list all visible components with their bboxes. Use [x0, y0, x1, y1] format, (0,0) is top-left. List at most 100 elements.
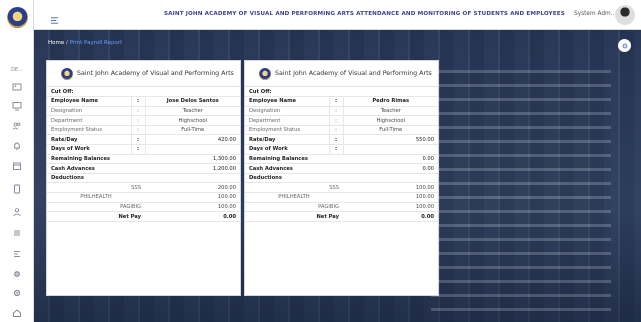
table-row: Department : Highschool — [47, 115, 240, 126]
cut-off-label: Cut Off: — [47, 87, 240, 98]
school-logo-icon[interactable] — [7, 7, 28, 28]
system-title: SAINT JOHN ACADEMY OF VISUAL AND PERFORM… — [164, 11, 565, 17]
table-row: PHILHEALTH 100.00 — [245, 192, 438, 203]
table-row: SSS 100.00 — [245, 182, 438, 194]
rate-value: 550.00 — [343, 134, 438, 146]
payslip-card: Saint John Academy of Visual and Perform… — [46, 60, 241, 296]
avatar[interactable] — [615, 5, 635, 25]
table-row: Rate/Day : 420.00 — [47, 134, 240, 146]
gear-icon — [622, 43, 627, 48]
table-row: Cut Off: — [245, 87, 438, 98]
print-settings-button[interactable] — [618, 39, 631, 52]
sidebar-item-label: DE... — [11, 67, 23, 73]
remaining-balances-label: Remaining Balances — [47, 154, 131, 165]
gear-icon — [13, 289, 21, 297]
sidebar-item-configuration[interactable] — [0, 284, 34, 302]
main-content: Home / Print Payroll Report Saint John A… — [34, 30, 641, 322]
rate-value: 420.00 — [145, 134, 240, 146]
file-icon — [14, 184, 20, 194]
sidebar: DE... — [0, 0, 34, 322]
cash-advances-value: 1,200.00 — [131, 163, 240, 174]
designation-label: Designation — [47, 106, 131, 117]
school-logo-icon — [259, 67, 271, 80]
table-row: Employment Status : Full-Time — [245, 125, 438, 136]
table-row: Net Pay 0.00 — [47, 211, 240, 222]
table-row: Days of Work : — [245, 144, 438, 155]
department-value: Highschool — [343, 115, 438, 126]
calendar-icon — [13, 162, 21, 170]
breadcrumb-home[interactable]: Home — [48, 40, 64, 46]
sidebar-item-calendar[interactable] — [0, 157, 34, 175]
payslip-table: Cut Off: Employee Name : Jose Delos Sant… — [47, 87, 240, 222]
remaining-balances-value: 1,300.00 — [131, 154, 240, 165]
bell-icon — [14, 142, 20, 151]
table-row: Remaining Balances 0.00 — [245, 154, 438, 165]
employment-status-label: Employment Status — [245, 125, 329, 136]
image-icon — [12, 83, 22, 91]
sidebar-item-notifications[interactable] — [0, 137, 34, 155]
designation-value: Teacher — [343, 106, 438, 117]
pagibig-value: 100.00 — [343, 202, 438, 213]
table-row: Net Pay 0.00 — [245, 211, 438, 222]
days-of-work-label: Days of Work — [47, 144, 131, 155]
pagibig-label: PAGIBIG — [47, 202, 145, 213]
employee-name-value: Pedro Rimas — [343, 96, 438, 107]
table-row: SSS 200.00 — [47, 182, 240, 194]
payslip-header: Saint John Academy of Visual and Perform… — [47, 61, 240, 87]
table-row: Rate/Day : 550.00 — [245, 134, 438, 146]
table-row: Designation : Teacher — [245, 106, 438, 117]
net-pay-label: Net Pay — [245, 211, 343, 222]
sidebar-item-files[interactable] — [0, 180, 34, 198]
table-row: Employment Status : Full-Time — [47, 125, 240, 136]
breadcrumb-separator: / — [66, 40, 68, 46]
employment-status-value: Full-Time — [145, 125, 240, 136]
net-pay-label: Net Pay — [47, 211, 145, 222]
deductions-label: Deductions — [47, 173, 240, 184]
deductions-label: Deductions — [245, 173, 438, 184]
sss-value: 100.00 — [343, 182, 438, 194]
rate-label: Rate/Day — [245, 134, 329, 146]
table-row: Remaining Balances 1,300.00 — [47, 154, 240, 165]
table-row: PAGIBIG 100.00 — [245, 202, 438, 213]
sidebar-item-gallery[interactable] — [0, 78, 34, 96]
department-label: Department — [245, 115, 329, 126]
menu-lines-icon — [14, 251, 20, 257]
table-row: Employee Name : Jose Delos Santos — [47, 96, 240, 107]
philhealth-label: PHILHEALTH — [47, 192, 145, 203]
philhealth-label: PHILHEALTH — [245, 192, 343, 203]
payslip-table: Cut Off: Employee Name : Pedro Rimas Des… — [245, 87, 438, 222]
days-of-work-value — [145, 144, 240, 155]
sss-value: 200.00 — [145, 182, 240, 194]
sidebar-item-dashboard[interactable]: DE... — [0, 61, 34, 79]
philhealth-value: 100.00 — [343, 192, 438, 203]
table-row: Days of Work : — [47, 144, 240, 155]
hamburger-menu-icon[interactable] — [50, 10, 59, 24]
sidebar-item-users[interactable] — [0, 117, 34, 135]
employee-name-label: Employee Name — [245, 96, 329, 107]
breadcrumb-current: Print Payroll Report — [69, 40, 123, 46]
net-pay-value: 0.00 — [145, 211, 240, 222]
sidebar-item-employees[interactable] — [0, 203, 34, 221]
payslip-header: Saint John Academy of Visual and Perform… — [245, 61, 438, 87]
sss-label: SSS — [245, 182, 343, 194]
pagibig-value: 100.00 — [145, 202, 240, 213]
sidebar-item-home[interactable] — [0, 304, 34, 322]
sidebar-item-settings[interactable] — [0, 265, 34, 283]
user-name[interactable]: System Adm... — [574, 11, 616, 17]
sidebar-item-list[interactable] — [0, 224, 34, 242]
department-label: Department — [47, 115, 131, 126]
table-row: Deductions — [245, 173, 438, 184]
users-icon — [12, 122, 21, 130]
breadcrumb: Home / Print Payroll Report — [48, 40, 122, 46]
cash-advances-value: 0.00 — [329, 163, 438, 174]
table-row: Cut Off: — [47, 87, 240, 98]
table-row: Employee Name : Pedro Rimas — [245, 96, 438, 107]
sidebar-item-monitor[interactable] — [0, 97, 34, 115]
employment-status-label: Employment Status — [47, 125, 131, 136]
department-value: Highschool — [145, 115, 240, 126]
table-row: Cash Advances 1,200.00 — [47, 163, 240, 174]
background-building-image — [431, 70, 611, 320]
sidebar-item-reports[interactable] — [0, 245, 34, 263]
days-of-work-label: Days of Work — [245, 144, 329, 155]
designation-label: Designation — [245, 106, 329, 117]
